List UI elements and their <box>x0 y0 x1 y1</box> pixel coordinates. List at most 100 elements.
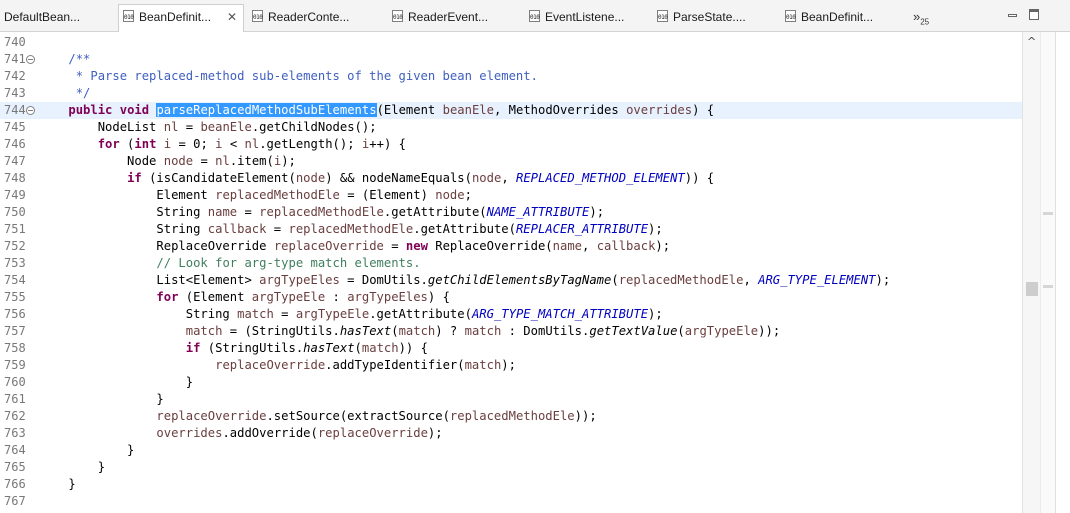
code-line[interactable]: 758 if (StringUtils.hasText(match)) { <box>0 340 1022 357</box>
scroll-up-arrow-icon[interactable]: ^ <box>1027 36 1037 47</box>
code-text[interactable]: for (int i = 0; i < nl.getLength(); i++)… <box>39 136 406 153</box>
code-text[interactable]: } <box>39 442 134 459</box>
code-text[interactable]: NodeList nl = beanEle.getChildNodes(); <box>39 119 377 136</box>
code-text[interactable]: for (Element argTypeEle : argTypeEles) { <box>39 289 450 306</box>
code-line[interactable]: 756 String match = argTypeEle.getAttribu… <box>0 306 1022 323</box>
code-line[interactable]: 765 } <box>0 459 1022 476</box>
overview-ruler[interactable] <box>1040 32 1056 513</box>
code-token: Element <box>39 188 216 202</box>
editor-tab[interactable]: 010 ReaderEvent... <box>388 5 514 31</box>
code-line[interactable]: 740 <box>0 34 1022 51</box>
code-token: = 0; <box>171 137 216 151</box>
code-text[interactable]: String callback = replacedMethodEle.getA… <box>39 221 662 238</box>
code-line[interactable]: 750 String name = replacedMethodEle.getA… <box>0 204 1022 221</box>
code-line[interactable]: 752 ReplaceOverride replaceOverride = ne… <box>0 238 1022 255</box>
code-line[interactable]: 761 } <box>0 391 1022 408</box>
overview-marker[interactable] <box>1043 285 1053 288</box>
line-number: 745 <box>4 120 26 134</box>
overview-marker[interactable] <box>1043 212 1053 215</box>
editor-tab[interactable]: DefaultBean... <box>0 5 112 31</box>
code-line[interactable]: 742 * Parse replaced-method sub-elements… <box>0 68 1022 85</box>
code-text[interactable]: } <box>39 374 193 391</box>
code-text[interactable]: Element replacedMethodEle = (Element) no… <box>39 187 472 204</box>
code-text[interactable]: // Look for arg-type match elements. <box>39 255 420 272</box>
editor-tab-label: BeanDefinit... <box>801 10 874 24</box>
vertical-scrollbar[interactable]: ^ <box>1022 32 1041 513</box>
code-text[interactable]: if (StringUtils.hasText(match)) { <box>39 340 428 357</box>
code-line[interactable]: 759 replaceOverride.addTypeIdentifier(ma… <box>0 357 1022 374</box>
code-line[interactable]: 743 */ <box>0 85 1022 102</box>
code-line[interactable]: 748 if (isCandidateElement(node) && node… <box>0 170 1022 187</box>
code-text[interactable]: /** <box>39 51 90 68</box>
editor-tab[interactable]: 010 BeanDefinit... <box>781 5 907 31</box>
editor-tab-active[interactable]: 010 BeanDefinit... ✕ <box>118 4 244 32</box>
line-number: 752 <box>4 239 26 253</box>
scrollbar-thumb[interactable] <box>1026 282 1038 296</box>
code-text[interactable]: replaceOverride.addTypeIdentifier(match)… <box>39 357 516 374</box>
code-line[interactable]: 745 NodeList nl = beanEle.getChildNodes(… <box>0 119 1022 136</box>
close-tab-icon[interactable]: ✕ <box>227 5 237 29</box>
code-text[interactable]: List<Element> argTypeEles = DomUtils.get… <box>39 272 890 289</box>
editor-tab[interactable]: 010 ReaderConte... <box>248 5 374 31</box>
code-token: int <box>134 137 157 151</box>
code-text[interactable]: if (isCandidateElement(node) && nodeName… <box>39 170 714 187</box>
code-token: } <box>39 477 76 491</box>
editor-tab[interactable]: 010 EventListene... <box>525 5 651 31</box>
code-text[interactable]: } <box>39 459 105 476</box>
code-line[interactable]: 753 // Look for arg-type match elements. <box>0 255 1022 272</box>
code-text[interactable]: * Parse replaced-method sub-elements of … <box>39 68 538 85</box>
code-text[interactable]: String match = argTypeEle.getAttribute(A… <box>39 306 663 323</box>
line-number: 740 <box>4 35 26 49</box>
fold-toggle-icon[interactable] <box>26 106 35 115</box>
line-number: 757 <box>4 324 26 338</box>
maximize-icon[interactable] <box>1028 8 1042 22</box>
code-text[interactable]: match = (StringUtils.hasText(match) ? ma… <box>39 323 780 340</box>
code-token: .addTypeIdentifier( <box>325 358 465 372</box>
code-token: argTypeEle <box>251 290 326 304</box>
code-text[interactable]: overrides.addOverride(replaceOverride); <box>39 425 442 442</box>
code-token: )); <box>574 409 597 423</box>
code-token: new <box>405 239 428 253</box>
code-text[interactable]: */ <box>39 85 91 102</box>
code-text[interactable]: ReplaceOverride replaceOverride = new Re… <box>39 238 670 255</box>
editor-tab[interactable]: 010 ParseState.... <box>653 5 779 31</box>
code-token: argTypeEle <box>295 307 370 321</box>
code-line[interactable]: 767 <box>0 493 1022 510</box>
fold-toggle-icon[interactable] <box>26 55 35 64</box>
code-line[interactable]: 751 String callback = replacedMethodEle.… <box>0 221 1022 238</box>
code-token: replacedMethodEle <box>449 409 575 423</box>
code-text[interactable]: String name = replacedMethodEle.getAttri… <box>39 204 604 221</box>
code-line[interactable]: 747 Node node = nl.item(i); <box>0 153 1022 170</box>
code-line[interactable]: 741 /** <box>0 51 1022 68</box>
code-line[interactable]: 755 for (Element argTypeEle : argTypeEle… <box>0 289 1022 306</box>
code-token: node <box>435 188 465 202</box>
code-text[interactable]: } <box>39 391 163 408</box>
code-text[interactable]: public void parseReplacedMethodSubElemen… <box>39 102 714 119</box>
code-line[interactable]: 754 List<Element> argTypeEles = DomUtils… <box>0 272 1022 289</box>
code-line[interactable]: 757 match = (StringUtils.hasText(match) … <box>0 323 1022 340</box>
code-token: argTypeEles <box>259 273 340 287</box>
code-text[interactable]: } <box>39 476 76 493</box>
minimize-icon[interactable] <box>1006 8 1020 22</box>
code-line[interactable]: 749 Element replacedMethodEle = (Element… <box>0 187 1022 204</box>
code-line[interactable]: 763 overrides.addOverride(replaceOverrid… <box>0 425 1022 442</box>
code-token: ) { <box>427 290 450 304</box>
code-line[interactable]: 762 replaceOverride.setSource(extractSou… <box>0 408 1022 425</box>
line-number: 761 <box>4 392 26 406</box>
code-editor[interactable]: 740 741 /** 742 * Parse replaced-method su… <box>0 32 1040 513</box>
code-line[interactable]: 764 } <box>0 442 1022 459</box>
code-token: getChildElementsByTagName <box>427 273 612 287</box>
tab-overflow-button[interactable]: »25 <box>913 9 929 27</box>
current-code-line[interactable]: 744 public void parseReplacedMethodSubEl… <box>0 102 1022 119</box>
code-line[interactable]: 766 } <box>0 476 1022 493</box>
code-text[interactable]: replaceOverride.setSource(extractSource(… <box>39 408 597 425</box>
code-token: match <box>237 307 274 321</box>
code-text[interactable]: Node node = nl.item(i); <box>39 153 296 170</box>
code-line[interactable]: 746 for (int i = 0; i < nl.getLength(); … <box>0 136 1022 153</box>
code-line[interactable]: 760 } <box>0 374 1022 391</box>
